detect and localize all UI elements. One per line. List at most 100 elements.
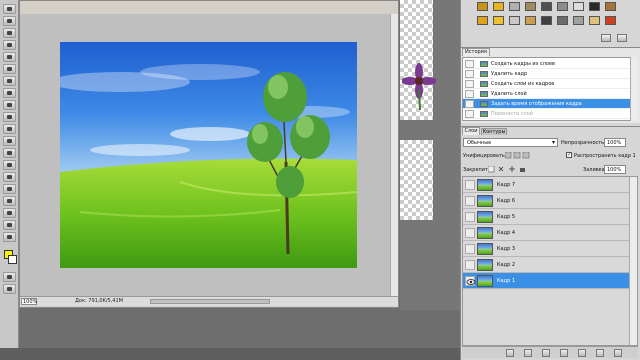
style-swatch[interactable] xyxy=(589,2,600,11)
history-step-icon xyxy=(480,61,488,67)
history-source-box[interactable] xyxy=(465,80,474,88)
gradient-tool-icon[interactable] xyxy=(3,136,16,146)
style-swatch[interactable] xyxy=(589,16,600,25)
fill-label: Заливка: xyxy=(583,167,607,173)
layer-row[interactable]: Кадр 5 xyxy=(463,209,629,225)
eraser-tool-icon[interactable] xyxy=(3,124,16,134)
layer-mask-icon[interactable] xyxy=(542,349,550,357)
style-swatch[interactable] xyxy=(573,2,584,11)
hand-tool-icon[interactable] xyxy=(3,220,16,230)
visibility-toggle[interactable] xyxy=(465,228,475,238)
opacity-field[interactable]: 100% xyxy=(604,138,626,147)
history-source-box[interactable] xyxy=(465,110,474,118)
delete-layer-icon[interactable] xyxy=(614,349,622,357)
new-style-icon[interactable] xyxy=(601,34,611,42)
history-source-box[interactable] xyxy=(465,90,474,98)
style-swatch[interactable] xyxy=(557,16,568,25)
zoom-tool-icon[interactable] xyxy=(3,232,16,242)
style-swatch[interactable] xyxy=(605,2,616,11)
history-source-box[interactable] xyxy=(465,70,474,78)
zoom-field[interactable]: 100% xyxy=(21,298,37,305)
link-layers-icon[interactable] xyxy=(506,349,514,357)
path-selection-tool-icon[interactable] xyxy=(3,196,16,206)
style-swatch[interactable] xyxy=(493,2,504,11)
visibility-toggle[interactable] xyxy=(465,196,475,206)
pen-tool-icon[interactable] xyxy=(3,172,16,182)
layer-style-icon[interactable] xyxy=(524,349,532,357)
layer-row[interactable]: Кадр 6 xyxy=(463,193,629,209)
marquee-tool-icon[interactable] xyxy=(3,16,16,26)
history-item-selected[interactable]: Задать время отображения кадра xyxy=(463,99,633,109)
healing-brush-tool-icon[interactable] xyxy=(3,76,16,86)
layer-name: Кадр 6 xyxy=(497,198,516,204)
history-item[interactable]: Удалить слой xyxy=(463,89,633,99)
history-brush-tool-icon[interactable] xyxy=(3,112,16,122)
history-scrollbar[interactable] xyxy=(630,57,638,121)
quick-mask-icon[interactable] xyxy=(3,272,16,282)
history-step-icon xyxy=(480,91,488,97)
blur-tool-icon[interactable] xyxy=(3,148,16,158)
layer-row[interactable]: Кадр 4 xyxy=(463,225,629,241)
style-swatch[interactable] xyxy=(509,2,520,11)
style-swatch[interactable] xyxy=(605,16,616,25)
delete-style-icon[interactable] xyxy=(617,34,627,42)
history-item[interactable]: Создать слои из кадров xyxy=(463,79,633,89)
layers-scrollbar[interactable] xyxy=(629,177,637,345)
style-swatch[interactable] xyxy=(525,2,536,11)
layer-name: Кадр 5 xyxy=(497,214,516,220)
crop-tool-icon[interactable] xyxy=(3,52,16,62)
brush-tool-icon[interactable] xyxy=(3,88,16,98)
transparent-canvas-2[interactable] xyxy=(400,140,433,220)
layer-row[interactable]: Кадр 2 xyxy=(463,257,629,273)
horizontal-scrollbar-thumb[interactable] xyxy=(150,299,270,304)
style-swatch[interactable] xyxy=(509,16,520,25)
vertical-scrollbar[interactable] xyxy=(390,14,398,296)
visibility-toggle[interactable] xyxy=(465,180,475,190)
screen-mode-icon[interactable] xyxy=(3,284,16,294)
history-item-label: Перенести слой xyxy=(491,111,534,117)
type-tool-icon[interactable] xyxy=(3,184,16,194)
style-swatch[interactable] xyxy=(477,16,488,25)
background-color-swatch[interactable] xyxy=(8,255,17,264)
history-list: Создать кадры из слоев Удалить кадр Созд… xyxy=(462,57,638,121)
style-swatch[interactable] xyxy=(541,16,552,25)
style-swatch[interactable] xyxy=(573,16,584,25)
blend-mode-select[interactable]: Обычные xyxy=(463,138,558,147)
history-source-box[interactable] xyxy=(465,60,474,68)
propagate-frame-checkbox[interactable]: ✓ xyxy=(566,152,572,158)
style-swatch[interactable] xyxy=(557,2,568,11)
style-swatch[interactable] xyxy=(493,16,504,25)
layers-footer xyxy=(462,346,638,358)
fill-field[interactable]: 100% xyxy=(604,165,626,174)
canvas-image[interactable] xyxy=(60,42,357,268)
eye-icon[interactable] xyxy=(465,276,476,286)
layer-row[interactable]: Кадр 7 xyxy=(463,177,629,193)
clone-stamp-tool-icon[interactable] xyxy=(3,100,16,110)
tab-layers[interactable]: Слои xyxy=(462,127,480,135)
style-swatch[interactable] xyxy=(477,2,488,11)
layer-row[interactable]: Кадр 3 xyxy=(463,241,629,257)
eyedropper-tool-icon[interactable] xyxy=(3,64,16,74)
magic-wand-tool-icon[interactable] xyxy=(3,40,16,50)
history-source-box[interactable] xyxy=(465,100,474,108)
visibility-toggle[interactable] xyxy=(465,212,475,222)
move-tool-icon[interactable] xyxy=(3,4,16,14)
adjustment-layer-icon[interactable] xyxy=(560,349,568,357)
shape-tool-icon[interactable] xyxy=(3,208,16,218)
style-swatch[interactable] xyxy=(525,16,536,25)
history-item[interactable]: Удалить кадр xyxy=(463,69,633,79)
lasso-tool-icon[interactable] xyxy=(3,28,16,38)
layer-thumbnail xyxy=(477,195,493,207)
new-layer-icon[interactable] xyxy=(596,349,604,357)
layer-row-selected[interactable]: Кадр 1 xyxy=(463,273,629,289)
dodge-tool-icon[interactable] xyxy=(3,160,16,170)
tab-paths[interactable]: Контуры xyxy=(481,128,507,135)
visibility-toggle[interactable] xyxy=(465,244,475,254)
group-icon[interactable] xyxy=(578,349,586,357)
visibility-toggle[interactable] xyxy=(465,260,475,270)
style-swatch[interactable] xyxy=(541,2,552,11)
history-item[interactable]: Создать кадры из слоев xyxy=(463,59,633,69)
history-step-icon xyxy=(480,71,488,77)
history-item-dimmed[interactable]: Перенести слой xyxy=(463,109,633,119)
tab-history[interactable]: История xyxy=(462,48,490,56)
